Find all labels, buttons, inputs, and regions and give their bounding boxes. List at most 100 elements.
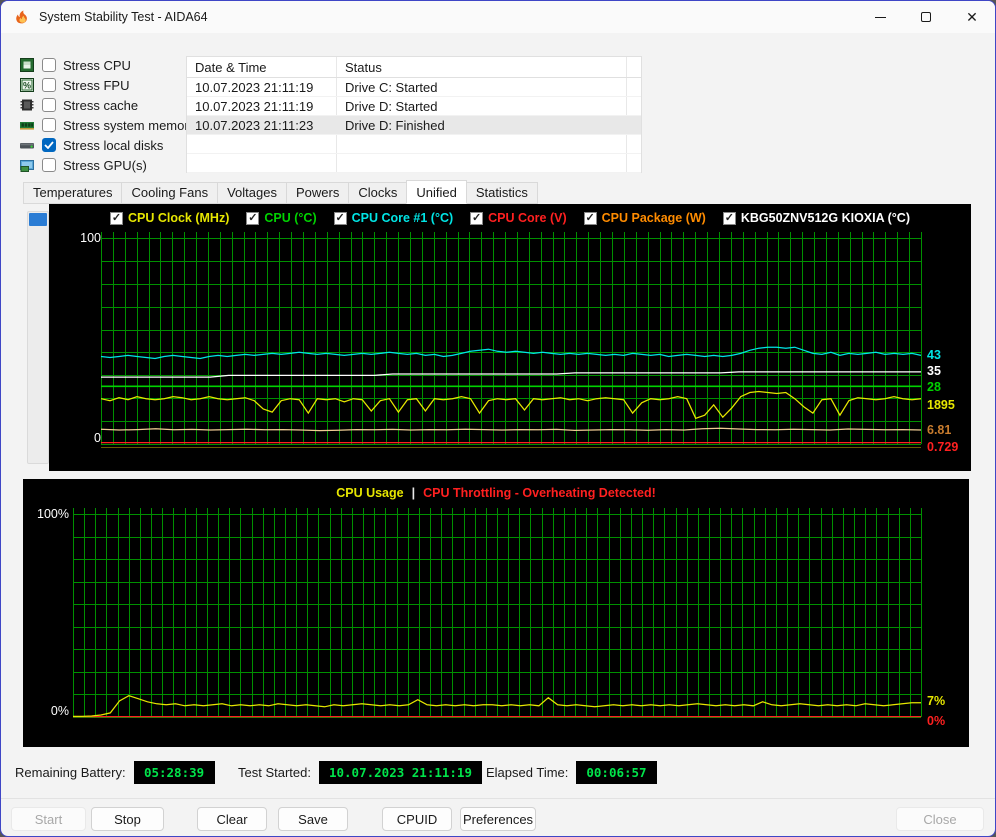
legend-item-kbg50znv512g-kioxia-c: ✓ KBG50ZNV512G KIOXIA (°C) xyxy=(722,211,910,225)
memory-icon xyxy=(19,117,35,133)
graph-scrollbar[interactable] xyxy=(27,211,49,464)
unified-graph xyxy=(100,232,922,448)
column-header-status[interactable]: Status xyxy=(337,57,627,77)
log-cell-spacer xyxy=(627,154,641,172)
close-button[interactable]: ✕ xyxy=(949,1,995,33)
stress-item-stress-cache[interactable]: Stress cache xyxy=(19,95,195,115)
log-cell-datetime: 10.07.2023 21:11:19 xyxy=(187,97,337,115)
log-row[interactable]: 10.07.2023 21:11:19 Drive D: Started xyxy=(187,97,641,116)
legend-checkbox-cpu-c[interactable]: ✓ xyxy=(246,211,260,225)
tab-temperatures[interactable]: Temperatures xyxy=(23,182,123,204)
stress-options-list: Stress CPU % Stress FPU Stress cache Stress … xyxy=(19,55,195,175)
tab-cooling-fans[interactable]: Cooling Fans xyxy=(121,182,219,204)
log-row-empty xyxy=(187,135,641,154)
test-started-label: Test Started: xyxy=(238,765,311,780)
cpu-usage-title-part: CPU Usage xyxy=(336,486,404,500)
legend-label: CPU Core (V) xyxy=(488,211,567,225)
column-header-spacer xyxy=(627,57,641,77)
legend-label: KBG50ZNV512G KIOXIA (°C) xyxy=(740,211,910,225)
legend-checkbox-cpu-package-w[interactable]: ✓ xyxy=(583,211,597,225)
checkbox-stress-local-disks[interactable] xyxy=(42,138,56,152)
log-cell-status: Drive C: Started xyxy=(337,78,627,96)
unified-graph-panel: ✓ CPU Clock (MHz) ✓ CPU (°C) ✓ CPU Core #1 (°… xyxy=(49,204,971,471)
clear-button[interactable]: Clear xyxy=(197,807,267,831)
legend-checkbox-cpu-core-#1-c[interactable]: ✓ xyxy=(333,211,347,225)
log-cell-spacer xyxy=(627,135,641,153)
legend-item-cpu-package-w: ✓ CPU Package (W) xyxy=(583,211,706,225)
legend-label: CPU Core #1 (°C) xyxy=(351,211,454,225)
titlebar: System Stability Test - AIDA64 ✕ xyxy=(1,1,995,33)
series-cpu-package-w xyxy=(100,427,922,432)
stress-item-label: Stress CPU xyxy=(63,57,131,73)
unified-graph-value-labels: 0.729 6.81 1895 28 35 43 xyxy=(927,238,987,454)
current-value-cpu-c: 28 xyxy=(927,380,941,394)
stress-item-stress-cpu[interactable]: Stress CPU xyxy=(19,55,195,75)
disk-icon xyxy=(19,137,35,153)
graph-scrollbar-thumb[interactable] xyxy=(29,213,47,226)
legend-item-cpu-clock-mhz: ✓ CPU Clock (MHz) xyxy=(109,211,230,225)
stress-item-stress-fpu[interactable]: % Stress FPU xyxy=(19,75,195,95)
unified-graph-legend: ✓ CPU Clock (MHz) ✓ CPU (°C) ✓ CPU Core #1 (°… xyxy=(49,211,971,225)
series-kbg50znv512g-kioxia-c xyxy=(101,371,921,378)
save-button[interactable]: Save xyxy=(278,807,348,831)
app-window: System Stability Test - AIDA64 ✕ Stress … xyxy=(0,0,996,837)
log-cell-status: Drive D: Started xyxy=(337,97,627,115)
tab-clocks[interactable]: Clocks xyxy=(348,182,408,204)
log-cell-spacer xyxy=(627,97,641,115)
remaining-battery-value: 05:28:39 xyxy=(133,761,215,784)
current-value-kbg50znv512g-kioxia-c: 35 xyxy=(927,364,941,378)
legend-label: CPU Clock (MHz) xyxy=(127,211,230,225)
test-started-group: Test Started: 10.07.2023 21:11:19 xyxy=(238,761,482,784)
legend-item-cpu-core-v: ✓ CPU Core (V) xyxy=(470,211,567,225)
checkbox-stress-cache[interactable] xyxy=(42,98,56,112)
legend-checkbox-cpu-core-v[interactable]: ✓ xyxy=(470,211,484,225)
stress-item-label: Stress system memory xyxy=(63,117,196,133)
y-axis-max-label: 100 xyxy=(80,231,101,245)
legend-checkbox-cpu-clock-mhz[interactable]: ✓ xyxy=(109,211,123,225)
tab-unified[interactable]: Unified xyxy=(406,180,467,204)
preferences-button[interactable]: Preferences xyxy=(460,807,536,831)
current-value-cpu-core-v: 0.729 xyxy=(927,440,959,454)
tab-statistics[interactable]: Statistics xyxy=(465,182,538,204)
gpu-icon xyxy=(19,157,35,173)
cpu-icon xyxy=(19,57,35,73)
cpuid-button[interactable]: CPUID xyxy=(382,807,452,831)
cache-icon xyxy=(19,97,35,113)
tab-voltages[interactable]: Voltages xyxy=(217,182,287,204)
stress-item-label: Stress FPU xyxy=(63,77,130,93)
elapsed-time-group: Elapsed Time: 00:06:57 xyxy=(486,761,657,784)
current-value-cpu-package-w: 6.81 xyxy=(927,423,952,437)
legend-checkbox-kbg50znv512g-kioxia-c[interactable]: ✓ xyxy=(722,211,736,225)
stress-item-stress-system-memory[interactable]: Stress system memory xyxy=(19,115,195,135)
legend-label: CPU (°C) xyxy=(264,211,317,225)
log-row[interactable]: 10.07.2023 21:11:23 Drive D: Finished xyxy=(187,116,641,135)
cpu-usage-panel: CPU Usage | CPU Throttling - Overheating D… xyxy=(23,479,969,747)
cpu-usage-title-part: | xyxy=(411,486,416,500)
checkbox-stress-gpu-s[interactable] xyxy=(42,158,56,172)
column-header-datetime[interactable]: Date & Time xyxy=(187,57,337,77)
log-cell-status xyxy=(337,135,627,153)
cpu-usage-graph xyxy=(73,508,922,718)
y-axis-min-label: 0% xyxy=(50,704,69,718)
current-value-cpu-clock-mhz: 1895 xyxy=(927,398,955,412)
stress-item-stress-local-disks[interactable]: Stress local disks xyxy=(19,135,195,155)
log-row[interactable]: 10.07.2023 21:11:19 Drive C: Started xyxy=(187,78,641,97)
checkbox-stress-system-memory[interactable] xyxy=(42,118,56,132)
log-cell-datetime xyxy=(187,154,337,172)
log-cell-datetime xyxy=(187,135,337,153)
y-axis-max-label: 100% xyxy=(37,507,69,521)
stress-item-label: Stress GPU(s) xyxy=(63,157,147,173)
checkbox-stress-fpu[interactable] xyxy=(42,78,56,92)
minimize-button[interactable] xyxy=(857,1,903,33)
tab-powers[interactable]: Powers xyxy=(285,182,350,204)
stress-item-stress-gpu-s[interactable]: Stress GPU(s) xyxy=(19,155,195,175)
stop-button[interactable]: Stop xyxy=(91,807,164,831)
log-cell-datetime: 10.07.2023 21:11:23 xyxy=(187,116,337,134)
legend-label: CPU Package (W) xyxy=(601,211,706,225)
log-cell-datetime: 10.07.2023 21:11:19 xyxy=(187,78,337,96)
elapsed-time-value: 00:06:57 xyxy=(576,761,657,784)
maximize-button[interactable] xyxy=(903,1,949,33)
close-icon: ✕ xyxy=(966,9,978,25)
cpu-usage-value-labels: 0% 7% xyxy=(927,514,987,728)
checkbox-stress-cpu[interactable] xyxy=(42,58,56,72)
